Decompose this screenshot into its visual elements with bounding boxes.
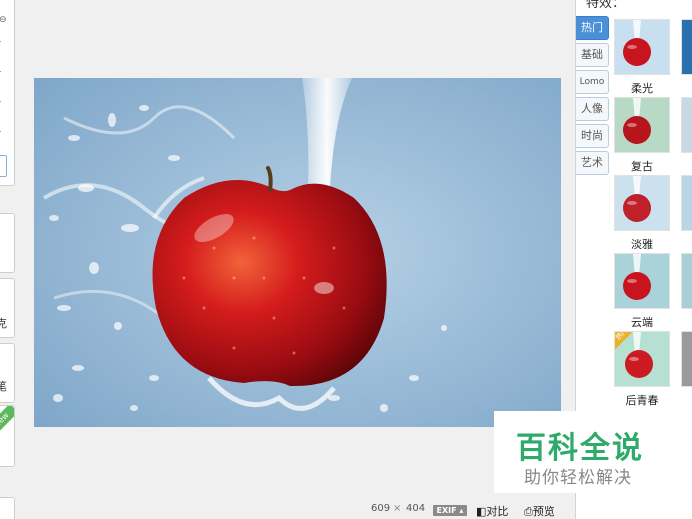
tab-basic[interactable]: 基础	[576, 43, 609, 67]
effect-category-tabs: 热门 基础 Lomo 人像 时尚 艺术	[576, 16, 609, 178]
apple-splash-image	[34, 78, 561, 427]
slider-tick	[0, 41, 1, 42]
compare-button[interactable]: ◧对比	[476, 503, 508, 519]
apple-thumbnail	[615, 176, 669, 230]
effect-thumb-partial[interactable]	[681, 331, 692, 387]
tool-button-2[interactable]: 克	[0, 278, 15, 338]
slider-tick	[0, 71, 1, 72]
slider-tick	[0, 101, 1, 102]
compare-label: 对比	[486, 505, 509, 518]
effects-panel-title: 特效：	[586, 0, 626, 11]
watermark-subtitle: 助你轻松解决	[524, 468, 632, 488]
effect-thumb-soft-light[interactable]	[614, 19, 670, 75]
image-width: 609	[371, 503, 391, 514]
effect-label: 云端	[631, 316, 653, 329]
effect-thumb-cloud[interactable]	[614, 253, 670, 309]
apple-thumbnail	[615, 20, 669, 74]
tool-button-5[interactable]	[0, 497, 15, 519]
dimension-separator: ×	[393, 503, 402, 514]
tool-label-b: 笔	[0, 380, 7, 393]
effect-label: 复古	[631, 160, 653, 173]
effect-label: 柔光	[631, 82, 653, 95]
exif-button[interactable]: EXIF ▴	[433, 505, 467, 516]
watermark-logo: 百科全说 助你轻松解决	[494, 411, 667, 493]
effect-label: 淡雅	[631, 238, 653, 251]
tab-lomo[interactable]: Lomo	[576, 70, 609, 94]
new-badge: new	[0, 406, 14, 437]
watermark-title: 百科全说	[516, 431, 644, 466]
value-input-edge[interactable]	[0, 155, 7, 177]
tab-portrait[interactable]: 人像	[576, 97, 609, 121]
preview-label: 预览	[532, 505, 555, 518]
preview-icon: ⎙	[524, 505, 533, 518]
exif-label: EXIF	[436, 506, 457, 515]
tool-button-4[interactable]: new	[0, 405, 15, 467]
effect-thumb-partial[interactable]	[681, 253, 692, 309]
apple-thumbnail	[615, 254, 669, 308]
tool-button-1[interactable]	[0, 213, 15, 273]
effect-thumb-partial[interactable]	[681, 97, 692, 153]
apple-thumbnail	[615, 98, 669, 152]
adjust-panel-edge[interactable]: ⊖	[0, 0, 15, 186]
effect-thumb-youth[interactable]: 热门	[614, 331, 670, 387]
effect-thumb-partial[interactable]	[681, 19, 692, 75]
tab-art[interactable]: 艺术	[576, 151, 609, 175]
effect-thumb-partial[interactable]	[681, 175, 692, 231]
left-tool-column: ⊖ 克 笔 new	[0, 0, 16, 519]
image-height: 404	[406, 503, 426, 514]
edited-photo[interactable]	[34, 78, 561, 427]
tool-label-a: 克	[0, 317, 7, 330]
slider-tick	[0, 131, 1, 132]
effect-label: 后青春	[625, 394, 659, 407]
compare-icon: ◧	[476, 505, 487, 518]
preview-button[interactable]: ⎙预览	[524, 503, 555, 519]
effect-thumb-retro[interactable]	[614, 97, 670, 153]
effect-thumb-elegant[interactable]	[614, 175, 670, 231]
tab-fashion[interactable]: 时尚	[576, 124, 609, 148]
slider-knob-icon[interactable]: ⊖	[0, 15, 7, 25]
tool-button-3[interactable]: 笔	[0, 343, 15, 403]
tab-hot[interactable]: 热门	[576, 16, 609, 40]
